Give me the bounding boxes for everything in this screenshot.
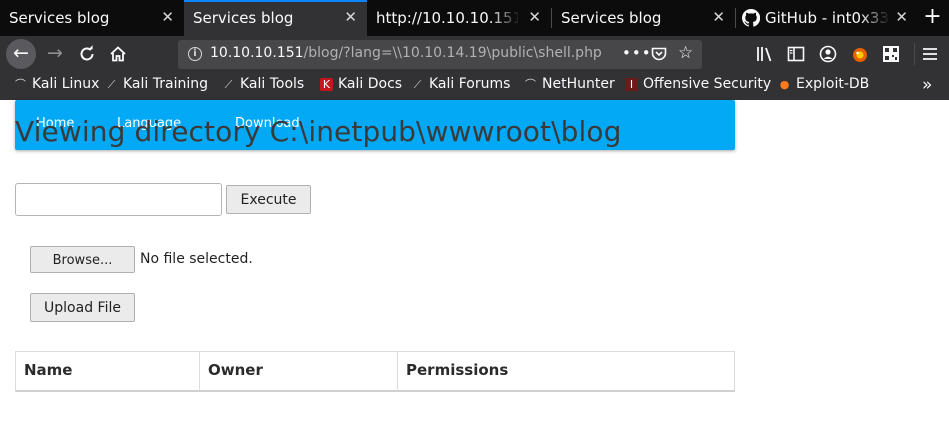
bookmark-label: Kali Linux — [32, 76, 100, 92]
file-table: Name Owner Permissions — [15, 351, 735, 392]
close-icon[interactable]: ✕ — [895, 8, 908, 26]
tab-label: Services blog — [561, 9, 662, 27]
github-icon — [741, 8, 761, 31]
chevron-right-icon[interactable]: » — [922, 75, 932, 95]
kali-docs-icon: K — [320, 78, 333, 91]
bookmark-offensive-security[interactable]: I Offensive Security — [625, 76, 771, 92]
nav-toolbar: ← → i 10.10.10.151/blog/?lang=\\10.10.14… — [0, 36, 949, 73]
sidebar-icon[interactable] — [787, 45, 805, 67]
bookmark-kali-training[interactable]: ⟋ Kali Training — [105, 76, 208, 92]
exploit-db-icon: ● — [779, 78, 790, 91]
menu-icon[interactable] — [922, 46, 938, 66]
tab-url[interactable]: http://10.10.10.151/blo ✕ — [367, 0, 551, 36]
bookmark-label: Kali Training — [123, 76, 208, 92]
extension-icon[interactable] — [851, 45, 869, 67]
tab-services-blog-1[interactable]: Services blog ✕ — [0, 0, 184, 36]
url-host: 10.10.10.151 — [210, 45, 304, 61]
column-header-name[interactable]: Name — [16, 352, 200, 391]
kali-dragon-icon: ⟋ — [413, 78, 422, 91]
bookmark-star-icon[interactable]: ☆ — [678, 43, 693, 63]
bookmark-label: Kali Docs — [338, 76, 403, 92]
forward-icon[interactable]: → — [42, 39, 68, 69]
bookmark-label: Exploit-DB — [796, 76, 870, 92]
tab-fade — [490, 0, 520, 36]
tab-services-blog-2[interactable]: Services blog ✕ — [552, 0, 735, 36]
page-actions-icon[interactable]: ••• — [622, 44, 652, 62]
info-icon[interactable]: i — [188, 47, 202, 61]
bookmarks-bar: ⌒ Kali Linux ⟋ Kali Training ⟋ Kali Tools K… — [0, 73, 949, 100]
kali-dragon-icon: ⌒ — [15, 78, 26, 91]
upload-file-button[interactable]: Upload File — [30, 293, 135, 322]
tab-label: Services blog — [9, 9, 110, 27]
bookmark-label: Offensive Security — [643, 76, 772, 92]
tab-strip: Services blog ✕ Services blog ✕ http://1… — [0, 0, 949, 36]
close-icon[interactable]: ✕ — [161, 8, 174, 26]
bookmark-nethunter[interactable]: ⌒ NetHunter — [524, 76, 615, 92]
column-header-permissions[interactable]: Permissions — [398, 352, 734, 391]
tab-fade — [860, 0, 890, 36]
nethunter-icon: ⌒ — [525, 78, 536, 91]
url-text[interactable]: 10.10.10.151/blog/?lang=\\10.10.14.19\pu… — [210, 45, 602, 61]
column-header-owner[interactable]: Owner — [200, 352, 398, 391]
bookmark-kali-tools[interactable]: ⟋ Kali Tools — [222, 76, 305, 92]
bookmark-label: NetHunter — [542, 76, 615, 92]
command-input[interactable] — [15, 183, 222, 216]
close-icon[interactable]: ✕ — [528, 8, 541, 26]
account-icon[interactable] — [819, 45, 837, 67]
close-icon[interactable]: ✕ — [712, 8, 725, 26]
tab-github[interactable]: GitHub - int0x33/n ✕ — [736, 0, 916, 36]
kali-dragon-icon: ⟋ — [224, 78, 233, 91]
reload-icon[interactable] — [74, 39, 100, 69]
kali-dragon-icon: ⟋ — [107, 78, 116, 91]
execute-button[interactable]: Execute — [226, 185, 311, 214]
bookmark-kali-linux[interactable]: ⌒ Kali Linux — [14, 76, 99, 92]
tab-label: Services blog — [193, 9, 294, 27]
close-icon[interactable]: ✕ — [344, 8, 357, 26]
home-icon[interactable] — [105, 39, 131, 69]
qr-icon[interactable] — [882, 45, 900, 67]
page-title: Viewing directory C:\inetpub\wwwroot\blo… — [15, 115, 622, 148]
bookmark-kali-docs[interactable]: K Kali Docs — [320, 76, 402, 92]
bookmark-label: Kali Forums — [429, 76, 511, 92]
url-path: /blog/?lang=\\10.10.14.19\public\shell.p… — [303, 45, 602, 61]
new-tab-icon[interactable]: + — [916, 3, 949, 33]
bookmark-kali-forums[interactable]: ⟋ Kali Forums — [411, 76, 511, 92]
url-bar[interactable]: i 10.10.10.151/blog/?lang=\\10.10.14.19\… — [178, 40, 702, 69]
tab-services-blog-active[interactable]: Services blog ✕ — [184, 0, 367, 36]
back-icon[interactable]: ← — [6, 39, 36, 69]
offsec-icon: I — [625, 78, 638, 91]
bookmark-label: Kali Tools — [240, 76, 305, 92]
bookmark-exploit-db[interactable]: ● Exploit-DB — [778, 76, 870, 92]
pocket-icon[interactable] — [651, 46, 667, 66]
library-icon[interactable] — [756, 45, 774, 67]
toolbar-divider — [914, 43, 915, 65]
browse-button[interactable]: Browse... — [30, 246, 135, 273]
file-status-text: No file selected. — [140, 251, 253, 267]
